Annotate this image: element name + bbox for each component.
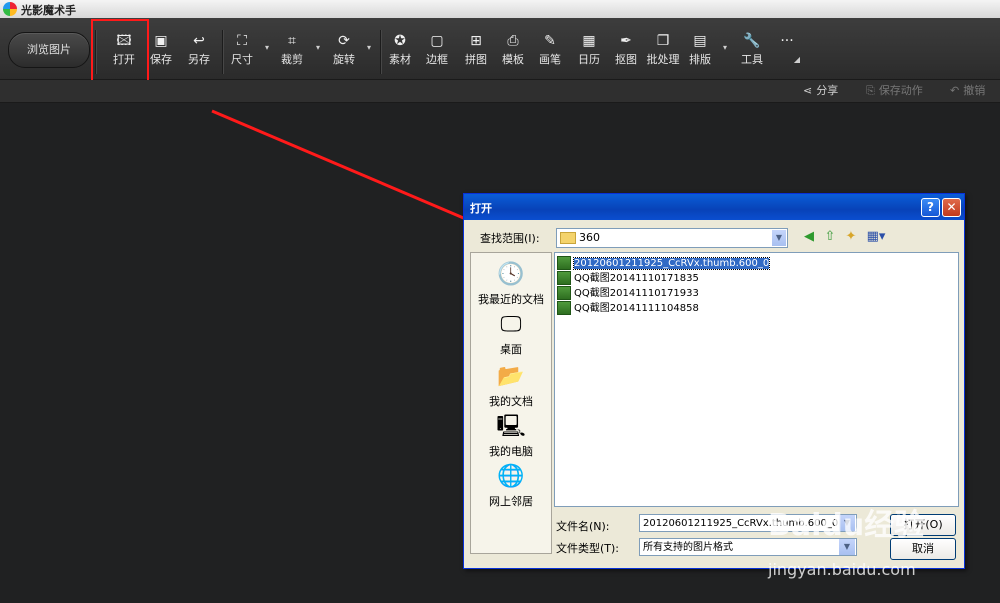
place-network[interactable]: 🌐 网上邻居 bbox=[471, 463, 551, 509]
place-my-computer[interactable]: 🖳 我的电脑 bbox=[471, 413, 551, 459]
new-folder-icon[interactable]: ✦ bbox=[842, 228, 860, 246]
image-file-icon bbox=[557, 286, 571, 300]
places-bar: 🕓 我最近的文档 🖵 桌面 📂 我的文档 🖳 我的电脑 🌐 网上邻居 bbox=[470, 252, 552, 554]
place-recent[interactable]: 🕓 我最近的文档 bbox=[471, 261, 551, 307]
filetype-label: 文件类型(T): bbox=[556, 542, 620, 555]
list-item[interactable]: QQ截图20141111104858 bbox=[557, 301, 699, 315]
file-name: QQ截图20141110171835 bbox=[574, 273, 699, 284]
look-in-value: 360 bbox=[579, 231, 600, 244]
help-button[interactable]: ? bbox=[921, 198, 940, 217]
look-in-label: 查找范围(I): bbox=[480, 232, 540, 245]
place-my-documents[interactable]: 📂 我的文档 bbox=[471, 363, 551, 409]
place-my-documents-label: 我的文档 bbox=[489, 395, 533, 408]
network-icon: 🌐 bbox=[497, 464, 525, 489]
back-icon[interactable]: ◀ bbox=[800, 228, 818, 246]
recent-docs-icon: 🕓 bbox=[497, 262, 525, 287]
view-menu-icon[interactable]: ▦▾ bbox=[864, 228, 888, 246]
file-name: 20120601211925_CcRVx.thumb.600_0 bbox=[572, 257, 771, 270]
look-in-select[interactable]: 360 ▼ bbox=[556, 228, 788, 248]
file-name: QQ截图20141111104858 bbox=[574, 303, 699, 314]
folder-icon bbox=[560, 232, 576, 244]
place-my-computer-label: 我的电脑 bbox=[489, 445, 533, 458]
filename-label: 文件名(N): bbox=[556, 520, 610, 533]
image-file-icon bbox=[557, 301, 571, 315]
up-folder-icon[interactable]: ⇧ bbox=[821, 228, 839, 246]
close-button[interactable]: ✕ bbox=[942, 198, 961, 217]
my-documents-icon: 📂 bbox=[497, 364, 525, 389]
file-name: QQ截图20141110171933 bbox=[574, 288, 699, 299]
computer-icon: 🖳 bbox=[496, 414, 526, 439]
desktop-icon: 🖵 bbox=[500, 312, 522, 337]
chevron-down-icon[interactable]: ▼ bbox=[772, 230, 786, 246]
baidu-watermark-url: jingyan.baidu.com bbox=[768, 560, 916, 579]
list-item[interactable]: QQ截图20141110171933 bbox=[557, 286, 699, 300]
place-network-label: 网上邻居 bbox=[489, 495, 533, 508]
baidu-watermark-logo: Baidu经验 bbox=[768, 508, 925, 543]
image-file-icon bbox=[557, 271, 571, 285]
image-file-icon bbox=[557, 256, 571, 270]
dialog-title: 打开 bbox=[470, 202, 492, 215]
file-list[interactable]: 20120601211925_CcRVx.thumb.600_0 QQ截图201… bbox=[554, 252, 959, 507]
place-recent-label: 我最近的文档 bbox=[478, 293, 544, 306]
dialog-titlebar[interactable]: 打开 ? ✕ bbox=[464, 194, 964, 220]
list-item[interactable]: 20120601211925_CcRVx.thumb.600_0 bbox=[557, 256, 771, 270]
list-item[interactable]: QQ截图20141110171835 bbox=[557, 271, 699, 285]
place-desktop-label: 桌面 bbox=[500, 343, 522, 356]
place-desktop[interactable]: 🖵 桌面 bbox=[471, 311, 551, 357]
